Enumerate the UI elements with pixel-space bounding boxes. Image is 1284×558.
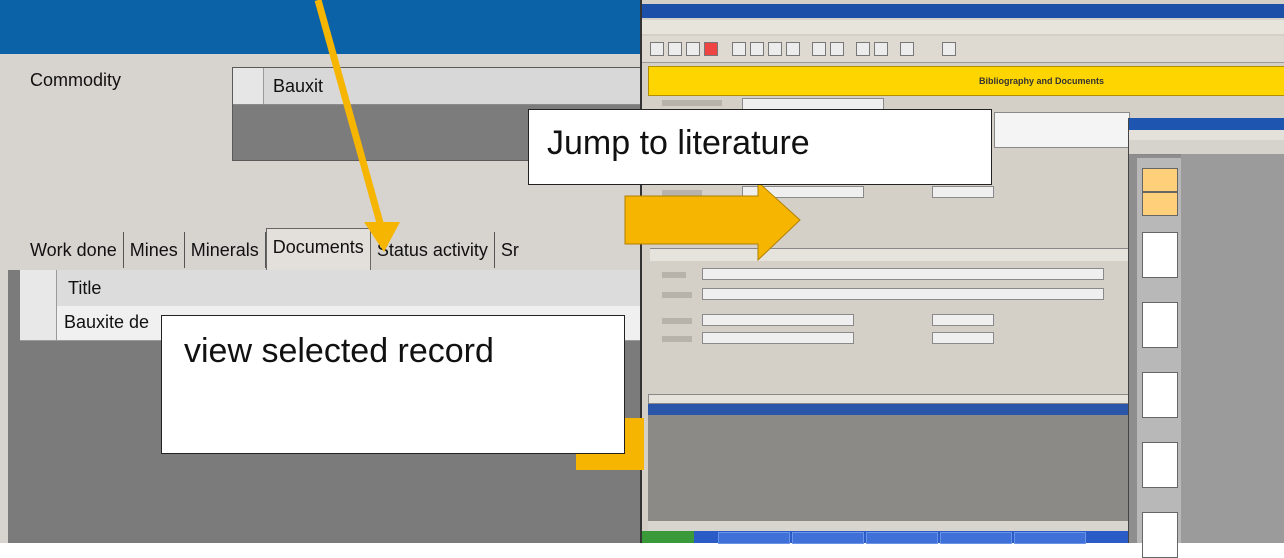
annotation-overlay xyxy=(314,0,801,262)
view-selected-record-callout: view selected record xyxy=(161,315,625,454)
pointer-arrow-line xyxy=(314,0,386,231)
jump-arrow xyxy=(624,180,801,262)
pointer-arrowhead xyxy=(364,222,400,252)
jump-to-literature-callout: Jump to literature xyxy=(528,109,992,185)
